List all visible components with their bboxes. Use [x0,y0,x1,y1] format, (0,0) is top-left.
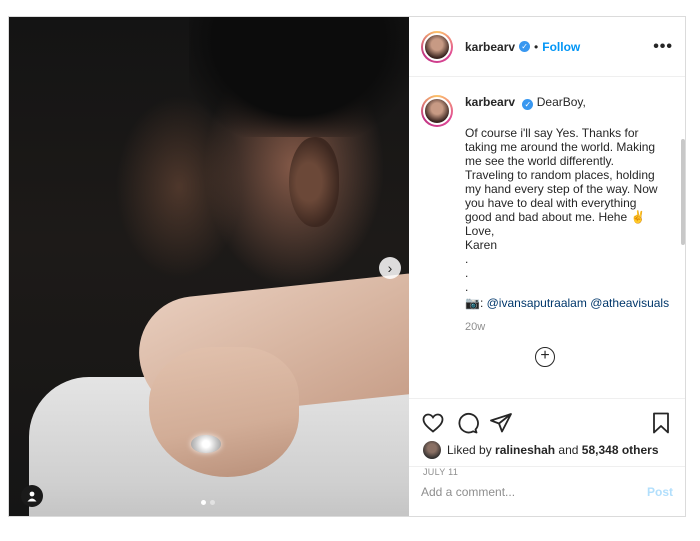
post-header: karbearv ✓ • Follow ••• [409,17,685,77]
more-options-icon[interactable]: ••• [653,38,673,56]
caption-avatar[interactable] [421,95,453,127]
photo-ear [289,137,339,227]
caption-username-link[interactable]: karbearv [465,95,515,109]
post-comment-button[interactable]: Post [647,485,673,499]
separator: • [534,39,539,54]
caption-timestamp[interactable]: 20w [465,320,669,334]
comment-icon[interactable] [455,411,479,435]
follow-button[interactable]: Follow [542,40,580,54]
likes-summary: Liked by ralineshah and 58,348 others [409,439,685,459]
instagram-post: › karbearv ✓ • Follow ••• karbearv ✓ Dea… [8,16,686,517]
carousel-next-button[interactable]: › [379,257,401,279]
caption-opening: DearBoy, [536,95,586,109]
post-photo[interactable]: › [9,17,409,516]
photo-ring [191,435,221,453]
user-tag-icon[interactable] [21,485,43,507]
camera-icon: 📷 [465,296,480,310]
carousel-dot-active [201,500,206,505]
photo-hair-shadow [189,17,409,137]
likes-count-link[interactable]: 58,348 others [582,443,659,457]
mention-link[interactable]: @ivansaputraalam [487,296,587,310]
bookmark-icon[interactable] [649,411,673,435]
caption-body: karbearv ✓ DearBoy, Of course i'll say Y… [465,95,669,334]
carousel-indicator [201,500,215,505]
liked-by-and: and [558,443,579,457]
mention-link[interactable]: @atheavisuals [590,296,669,310]
comment-box: Post [409,466,685,516]
verified-badge-icon: ✓ [519,41,531,52]
liked-by-user-link[interactable]: ralineshah [495,443,555,457]
load-more-comments-button[interactable]: + [535,347,555,367]
avatar[interactable] [421,30,453,63]
photo-credit: 📷: @ivansaputraalam @atheavisuals [465,296,670,310]
carousel-dot [210,500,215,505]
verified-badge-icon: ✓ [522,99,534,110]
caption: karbearv ✓ DearBoy, Of course i'll say Y… [421,95,673,334]
liked-by-prefix: Liked by [447,443,492,457]
caption-text: Of course i'll say Yes. Thanks for takin… [465,126,658,294]
share-icon[interactable] [489,411,513,435]
post-side-panel: karbearv ✓ • Follow ••• karbearv ✓ DearB… [409,17,685,516]
heart-icon[interactable] [421,411,445,435]
comment-input[interactable] [421,484,647,499]
caption-scrollbar[interactable] [681,139,685,245]
caption-area: karbearv ✓ DearBoy, Of course i'll say Y… [409,77,685,399]
liker-avatar[interactable] [423,441,441,459]
username-link[interactable]: karbearv [465,40,515,54]
action-bar [409,399,685,439]
